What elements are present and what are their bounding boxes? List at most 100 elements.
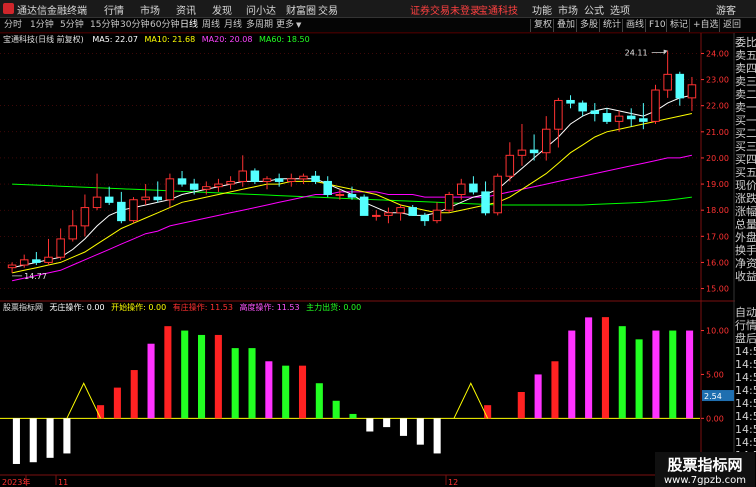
trade-time-row: 14:5 <box>735 358 756 371</box>
btn-duogu[interactable]: 多股 <box>576 19 598 32</box>
btn-fuquan[interactable]: 复权 <box>530 19 552 32</box>
btn-back[interactable]: 返回 <box>719 19 741 32</box>
time-panel-header: 行情 <box>735 319 756 332</box>
ma5-line <box>11 94 693 269</box>
app-title: 通达信金融终端 <box>17 6 87 17</box>
price-tick-label: 22.00 <box>706 102 729 111</box>
menu-shichang[interactable]: 市场 <box>140 2 160 17</box>
watermark-title: 股票指标网 <box>667 456 743 474</box>
quote-row-label: 买二 <box>735 127 756 140</box>
period-fenshi[interactable]: 分时 <box>4 19 22 32</box>
yellow-signal-peak <box>453 382 489 419</box>
candle-body <box>517 149 527 156</box>
menu-hangqing[interactable]: 行情 <box>104 2 124 17</box>
indicator-bar <box>147 343 155 419</box>
indicator-bar <box>399 418 408 436</box>
stock-name-title: 宝通科技 <box>478 6 518 17</box>
candle <box>274 173 284 187</box>
candle-body <box>141 196 150 201</box>
period-1min[interactable]: 1分钟 <box>30 19 54 32</box>
price-tick-label: 16.00 <box>706 258 729 267</box>
quote-row-label: 卖三 <box>735 75 756 88</box>
menu-gongshi[interactable]: 公式 <box>584 2 604 17</box>
candle-body <box>56 238 65 258</box>
btn-tongji[interactable]: 统计 <box>599 19 621 32</box>
candle-body <box>541 128 551 154</box>
candle-body <box>493 175 502 214</box>
candle-body <box>420 214 430 222</box>
period-more[interactable]: 更多 <box>276 19 294 32</box>
indicator-bar <box>349 413 357 419</box>
btn-biaoji[interactable]: 标记 <box>666 19 688 32</box>
indicator-bar <box>282 365 290 419</box>
candle <box>177 171 187 187</box>
candle <box>68 210 78 242</box>
candle <box>651 84 660 124</box>
candle <box>165 173 175 208</box>
kline-chart-area[interactable]: 24.00 23.00 22.00 21.00 20.00 19.00 18.00 17.00… <box>0 33 735 487</box>
quote-row-label: 卖四 <box>735 62 756 75</box>
candle-body <box>177 178 187 185</box>
xaxis-label: 11 <box>58 478 68 487</box>
candle-body <box>7 264 17 269</box>
candle <box>554 97 563 148</box>
high-price-label: 24.11 <box>625 49 648 58</box>
trade-time-row: 14:5 <box>735 436 756 449</box>
indicator-bar <box>97 405 105 419</box>
candle-body <box>444 194 454 211</box>
candle <box>359 194 369 216</box>
menu-faxian[interactable]: 发现 <box>212 2 232 17</box>
menu-gongneng[interactable]: 功能 <box>532 2 552 17</box>
quote-row-label: 买四 <box>735 153 756 166</box>
quote-row-label: 外盘 <box>735 231 756 244</box>
candle-body <box>92 196 102 209</box>
candle <box>141 184 150 205</box>
period-15min[interactable]: 15分钟 <box>90 19 119 32</box>
btn-huaxian[interactable]: 画线 <box>622 19 644 32</box>
trade-time-row: 14:5 <box>735 410 756 423</box>
period-monthly[interactable]: 月线 <box>224 19 242 32</box>
menu-xuanxiang[interactable]: 选项 <box>610 2 630 17</box>
period-60min[interactable]: 60分钟 <box>150 19 179 32</box>
candle-body <box>274 178 284 182</box>
candle-body <box>19 259 29 266</box>
indicator-bar <box>214 334 222 419</box>
menu-caifuquan[interactable]: 财富圈 <box>286 2 316 17</box>
candle-body <box>432 209 442 222</box>
menu-jiaoyi[interactable]: 交易 <box>318 2 338 17</box>
guest-label[interactable]: 游客 <box>716 2 736 17</box>
candle-body <box>626 115 636 120</box>
btn-diejia[interactable]: 叠加 <box>553 19 575 32</box>
indicator-bar <box>332 400 340 419</box>
app-logo-icon <box>3 3 14 14</box>
candle <box>602 108 612 124</box>
trade-time-row: 14:5 <box>735 423 756 436</box>
trade-time-row: 14:5 <box>735 345 756 358</box>
candle <box>56 228 65 260</box>
candle <box>104 186 114 205</box>
indicator-bar <box>12 418 20 464</box>
period-5min[interactable]: 5分钟 <box>60 19 84 32</box>
login-notice[interactable]: 证券交易未登录 <box>410 2 480 17</box>
indicator-bar <box>669 330 677 419</box>
candle-body <box>165 178 175 201</box>
menu-shichang-right[interactable]: 市场 <box>558 2 578 17</box>
btn-f10[interactable]: F10 <box>645 19 666 32</box>
indicator-tick-label: 5.00 <box>706 370 724 379</box>
period-multi[interactable]: 多周期 <box>246 19 273 32</box>
title-bar: 通达信金融终端 行情 市场 资讯 发现 问小达 财富圈 交易 证券交易未登录 宝… <box>0 0 756 18</box>
period-weekly[interactable]: 周线 <box>202 19 220 32</box>
menu-wenxiaoda[interactable]: 问小达 <box>246 2 276 17</box>
menu-zixun[interactable]: 资讯 <box>176 2 196 17</box>
watermark: 股票指标网 www.7gpzb.com <box>655 452 755 487</box>
btn-add-favorite[interactable]: +自选 <box>689 19 719 32</box>
period-daily[interactable]: 日线 <box>180 19 198 32</box>
period-30min[interactable]: 30分钟 <box>120 19 149 32</box>
candle <box>396 204 405 221</box>
candle-body <box>32 259 41 263</box>
indicator-bar <box>198 334 206 419</box>
indicator-bar <box>686 330 694 419</box>
more-chevron-icon[interactable]: ▼ <box>296 19 301 32</box>
indicator-bar <box>63 418 71 454</box>
candle <box>299 173 308 185</box>
